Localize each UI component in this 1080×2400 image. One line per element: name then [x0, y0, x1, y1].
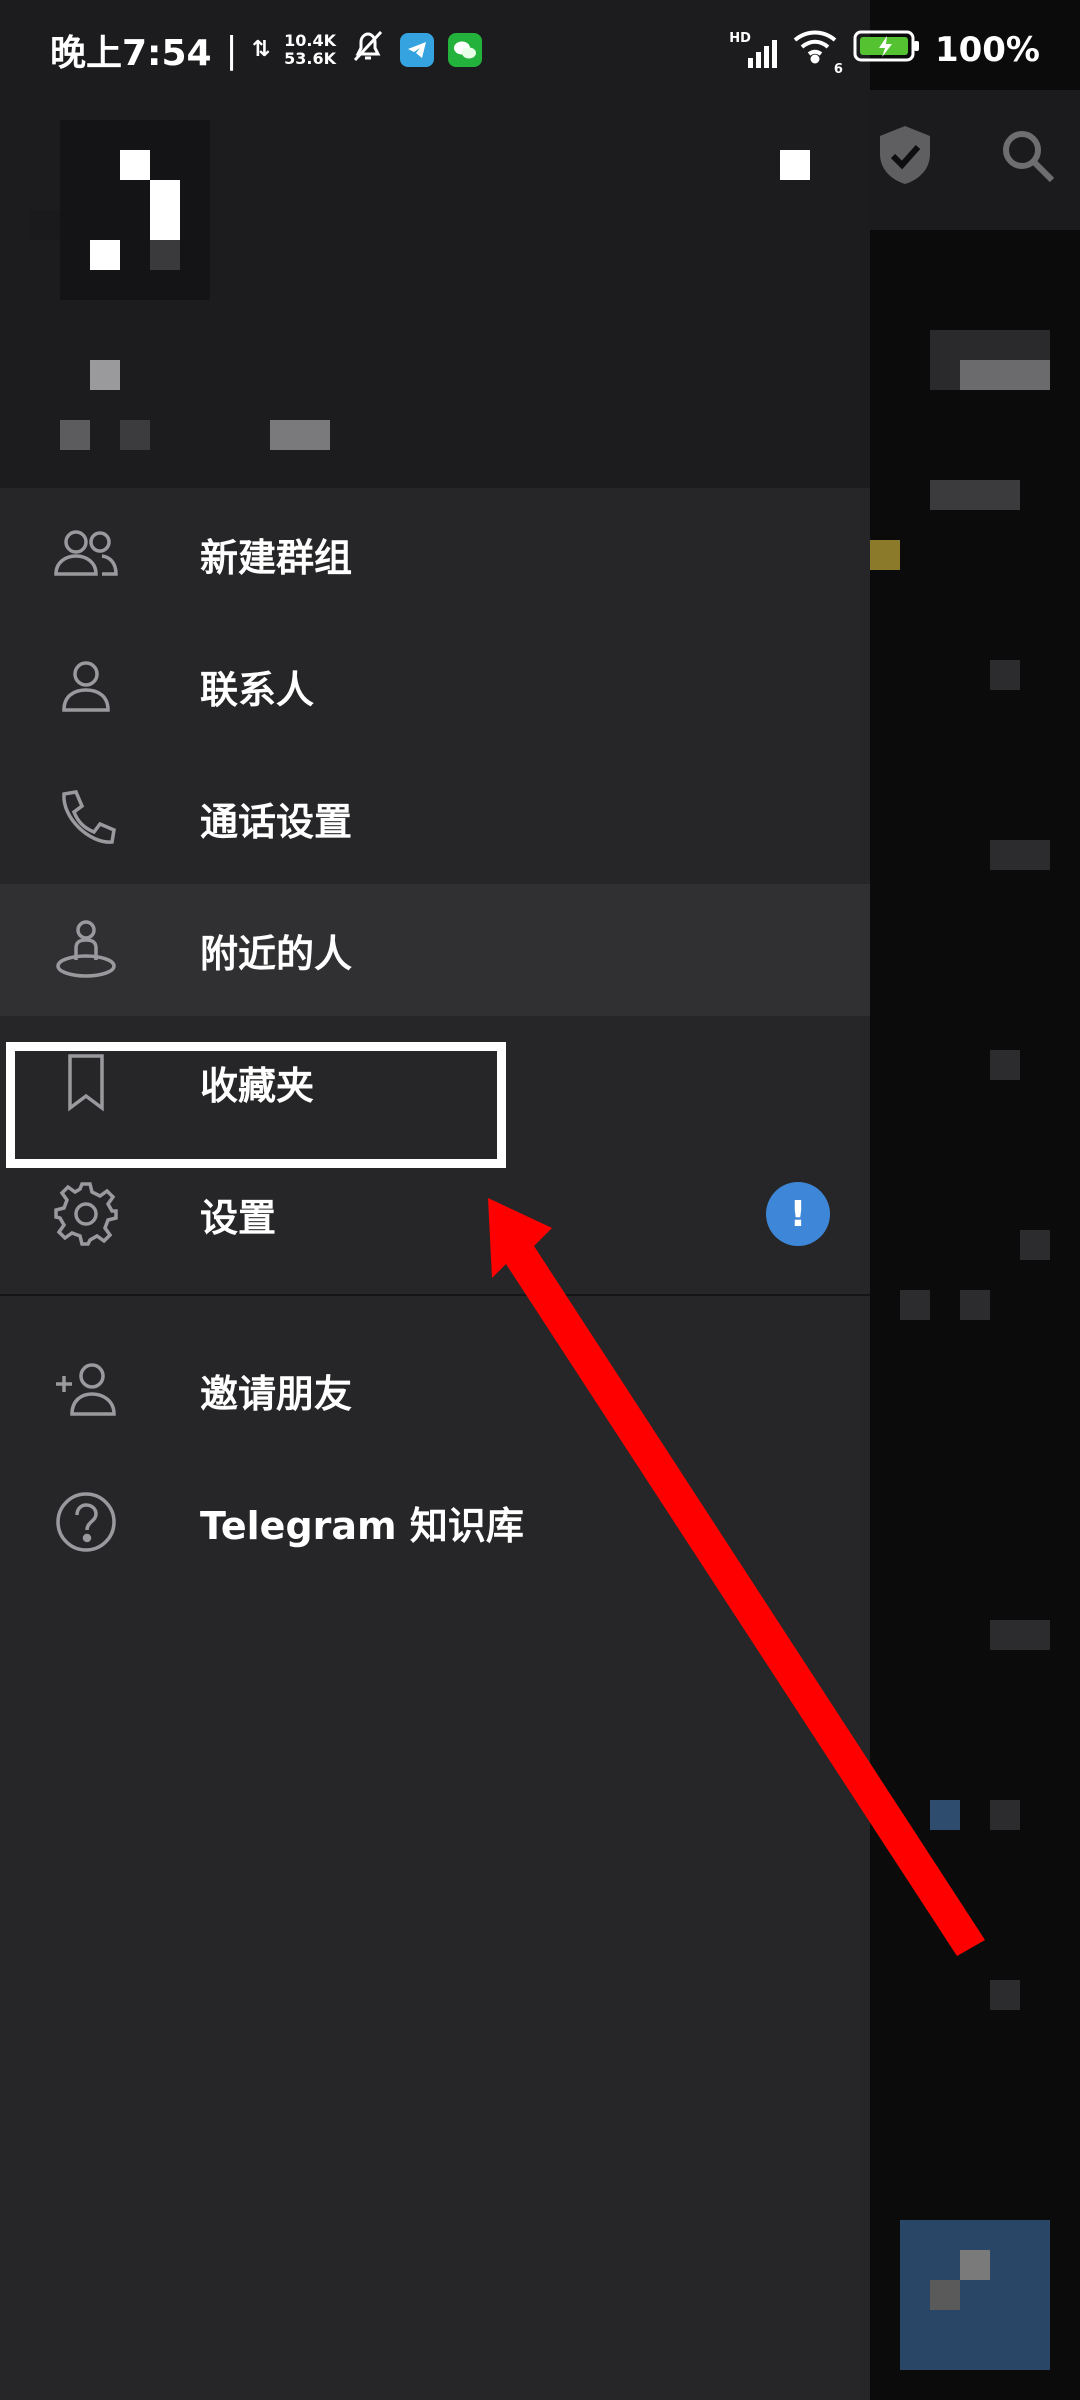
annotation-arrow [488, 1198, 985, 1956]
